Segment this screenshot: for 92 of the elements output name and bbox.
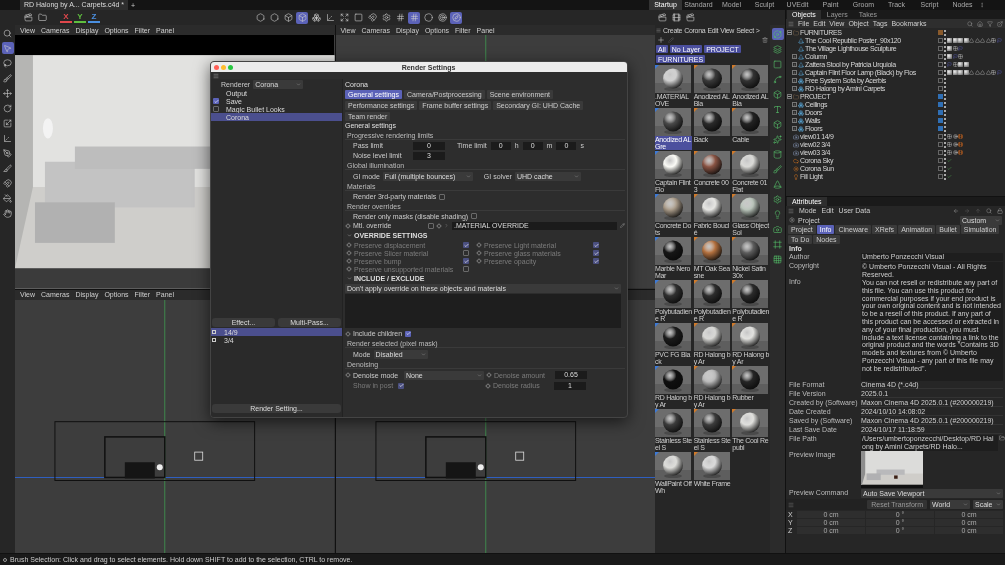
folder-icon[interactable] [999,435,1005,441]
checker-icon[interactable] [958,54,963,59]
film-icon[interactable] [670,11,682,24]
axis-icon[interactable] [324,11,336,24]
expand-icon[interactable] [338,11,350,24]
cursor-icon[interactable] [1,42,14,54]
expand-icon[interactable] [792,118,797,123]
external-link-icon[interactable] [997,20,1003,27]
collapse-icon[interactable] [787,30,792,35]
clapperboard-icon[interactable] [684,11,696,24]
cone-icon[interactable] [771,178,784,190]
search-icon[interactable] [986,207,992,214]
expand-icon[interactable] [792,70,797,75]
cube-icon[interactable] [282,11,294,24]
grid-icon[interactable] [771,253,784,265]
back-icon[interactable] [953,207,959,214]
checker-icon[interactable] [952,62,958,67]
checker-icon[interactable] [991,38,996,43]
move-icon[interactable] [1,87,14,99]
checkbox[interactable] [213,106,219,112]
light-icon [793,173,799,180]
checker-icon[interactable] [947,134,952,139]
paint-icon[interactable] [1,192,14,204]
delete-icon[interactable] [762,37,768,43]
hand-icon[interactable] [1,207,14,219]
search-icon[interactable] [967,20,973,27]
folder-icon[interactable] [36,11,48,24]
knife-icon[interactable] [1,162,14,174]
compass-icon[interactable] [450,11,462,24]
collapse-icon[interactable] [787,94,792,99]
boxes-icon[interactable] [310,11,322,24]
filter-icon[interactable] [987,20,993,27]
square-icon[interactable] [771,58,784,70]
menu-icon[interactable] [213,72,219,79]
hexagon-icon[interactable] [268,11,280,24]
scale-icon[interactable] [1,117,14,129]
axis-lock-toggle[interactable]: X [60,12,72,23]
expand-icon[interactable] [792,126,797,131]
camera-icon[interactable] [771,223,784,235]
menu-icon[interactable] [788,207,794,214]
sparkles-icon[interactable] [771,133,784,145]
more-icon[interactable] [979,2,985,8]
menu-icon[interactable] [788,20,794,27]
axis-icon[interactable] [1,132,14,144]
rotate-icon[interactable] [1,102,14,114]
cube-icon[interactable] [771,118,784,130]
search-icon[interactable] [1,27,14,39]
lock-icon[interactable] [997,207,1003,214]
folder-icon [793,93,799,100]
orbit-icon[interactable] [771,28,784,40]
expand-icon[interactable] [792,102,797,107]
layers-icon[interactable] [771,43,784,55]
gear-icon[interactable] [771,193,784,205]
target-icon[interactable] [436,11,448,24]
brush-icon[interactable] [771,163,784,175]
brush-icon[interactable] [1,72,14,84]
spline-icon[interactable] [771,73,784,85]
settings-icon [789,217,795,223]
gear-icon[interactable] [380,11,392,24]
sky-icon [793,157,799,164]
clapperboard-icon[interactable] [22,11,34,24]
hash-icon[interactable] [394,11,406,24]
expand-icon[interactable] [792,78,797,83]
home-icon[interactable] [977,20,983,27]
expand-icon[interactable] [792,54,797,59]
type-icon[interactable] [771,103,784,115]
zoom-button[interactable] [228,64,233,70]
checker-icon[interactable] [947,142,952,147]
circle-icon[interactable] [422,11,434,24]
cube-icon[interactable] [296,11,308,24]
hash-icon[interactable] [408,11,420,24]
sun-icon [793,165,799,172]
close-button[interactable] [214,64,219,70]
clapperboard-icon[interactable] [656,11,668,24]
folder-icon [793,29,799,36]
lasso-icon[interactable] [1,57,14,69]
add-icon[interactable] [657,36,665,44]
cube-icon[interactable] [771,88,784,100]
menu-icon[interactable] [656,27,661,33]
checker-icon[interactable] [952,46,958,51]
expand-icon[interactable] [792,110,797,115]
axis-lock-toggle[interactable]: Y [74,12,86,23]
pen-icon[interactable] [1,147,14,159]
axis-lock-toggle[interactable]: Z [88,12,100,23]
frame-icon[interactable] [771,238,784,250]
checker-icon[interactable] [947,150,952,155]
hexagon-icon[interactable] [254,11,266,24]
expand-icon[interactable] [792,62,797,67]
square-icon[interactable] [352,11,364,24]
cylinder-icon[interactable] [771,148,784,160]
checker-icon[interactable] [991,70,996,75]
expand-icon[interactable] [792,86,797,91]
